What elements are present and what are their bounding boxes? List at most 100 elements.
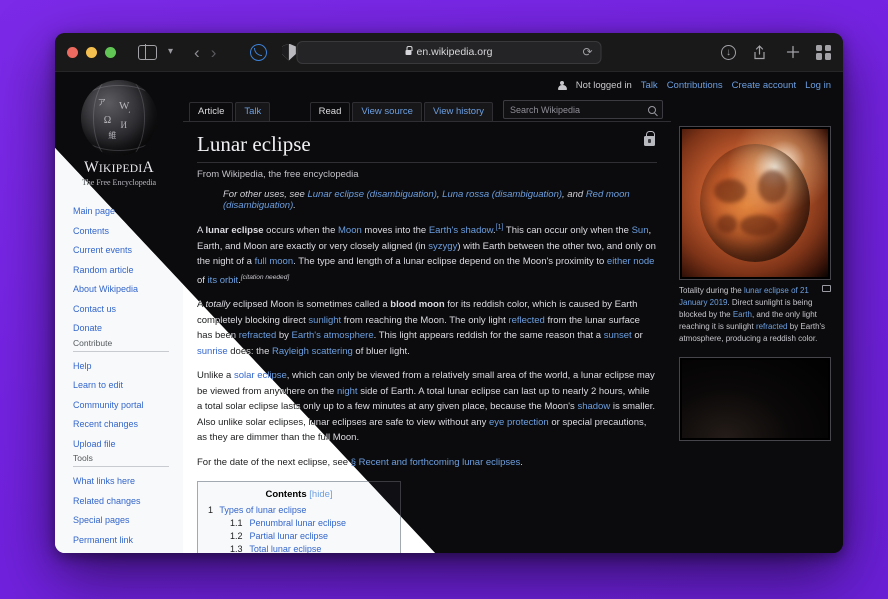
sidebar-item-upload-file: Upload file: [73, 438, 116, 449]
list-item: Recent changes: [73, 414, 183, 432]
wiki-link[interactable]: its orbit: [208, 275, 239, 286]
text-run: by: [276, 330, 292, 342]
sidebar-toggle-icon[interactable]: [138, 43, 157, 62]
wiki-link[interactable]: Earth: [733, 310, 752, 319]
wiki-link[interactable]: Sun: [632, 225, 649, 236]
sidebar-item-permanent-link: Permanent link: [73, 534, 134, 545]
list-item: Learn to edit: [73, 375, 183, 393]
wiki-link[interactable]: shadow: [577, 401, 610, 412]
wiki-link[interactable]: night: [337, 386, 358, 397]
text-run: moves into the: [361, 225, 429, 237]
tab-view-history[interactable]: View history: [423, 102, 493, 121]
wiki-link[interactable]: eye protection: [489, 417, 549, 428]
text-run: occurs when the: [263, 225, 339, 237]
forward-arrow-icon[interactable]: ›: [211, 44, 217, 61]
tab-overview-icon[interactable]: [816, 44, 831, 60]
toc-label: Total lunar eclipse: [247, 544, 322, 553]
table-of-contents: Contents [hide] 1 Types of lunar eclipse…: [197, 481, 401, 553]
wiki-link[interactable]: full moon: [255, 256, 294, 267]
sidebar-group-1: Help Learn to edit Community portal Recent …: [73, 356, 183, 452]
text-run: Totality during the: [679, 286, 744, 295]
list-item: What links here: [73, 471, 183, 489]
user-links-bar: Not logged in Talk Contributions Create …: [557, 80, 831, 91]
expand-image-icon[interactable]: [822, 285, 831, 292]
hatnote-link-1[interactable]: Lunar eclipse (disambiguation): [307, 189, 436, 200]
sidebar-item-random-article: Random article: [73, 264, 134, 275]
share-icon[interactable]: [750, 43, 769, 62]
address-bar[interactable]: en.wikipedia.org ⟳: [296, 40, 602, 64]
download-icon[interactable]: [721, 43, 736, 62]
text-run: .: [520, 456, 523, 468]
italic-text: totally: [205, 299, 231, 311]
userbar-link-talk[interactable]: Talk: [641, 80, 658, 91]
list-item: Community portal: [73, 395, 183, 413]
back-arrow-icon[interactable]: ‹: [194, 44, 200, 61]
wiki-link[interactable]: Earth's shadow: [429, 225, 493, 236]
text-run: of bluer light.: [352, 345, 410, 357]
window-controls[interactable]: [67, 46, 116, 58]
person-icon: [557, 81, 567, 90]
wiki-link[interactable]: § Recent and forthcoming lunar eclipses: [351, 457, 521, 468]
chevron-down-icon[interactable]: ▾: [168, 47, 173, 57]
maximize-window-button[interactable]: [105, 46, 116, 58]
wiki-link[interactable]: Moon: [338, 225, 362, 236]
search-icon: [648, 105, 656, 114]
userbar-link-login[interactable]: Log in: [805, 80, 831, 91]
figure-thumbnail[interactable]: [679, 126, 831, 280]
wiki-link[interactable]: Earth's atmosphere: [292, 330, 374, 341]
page-tabs: Article Talk Read View source View histo…: [183, 98, 671, 122]
wiki-link[interactable]: Rayleigh scattering: [272, 346, 353, 357]
close-window-button[interactable]: [67, 46, 78, 58]
toc-number: 1: [208, 505, 214, 516]
sidebar-item-donate: Donate: [73, 323, 103, 333]
wiki-link[interactable]: syzygy: [428, 241, 457, 252]
wiki-link[interactable]: sunlight: [308, 315, 341, 326]
wiki-link[interactable]: either node: [607, 256, 655, 267]
paragraph-1: A lunar eclipse occurs when the Moon mov…: [197, 220, 657, 288]
wiki-link[interactable]: refracted: [756, 322, 788, 331]
sidebar-item-recent-changes: Recent changes: [73, 419, 139, 429]
reader-mode-icon[interactable]: [249, 43, 268, 62]
tab-talk[interactable]: Talk: [235, 102, 271, 121]
text-run: This can occur only when the: [503, 225, 632, 237]
wiki-link[interactable]: refracted: [239, 330, 277, 341]
page-title: Lunar eclipse: [197, 122, 657, 163]
sidebar-item-learn-to-edit: Learn to edit: [73, 380, 124, 390]
browser-window: ▾ ‹ › en.wikipedia.org ⟳ ↓ Not logged in…: [55, 33, 843, 553]
toc-label: Partial lunar eclipse: [247, 531, 329, 542]
blood-moon-image: [682, 129, 828, 277]
toc-entry: 1.1 Penumbral lunar eclipse: [208, 518, 390, 528]
hatnote-link-2[interactable]: Luna rossa (disambiguation): [442, 189, 562, 200]
toc-entry: 1 Types of lunar eclipse: [208, 505, 390, 515]
list-item: Page information: [73, 549, 183, 553]
toc-number: 1.2: [230, 531, 243, 542]
paragraph-2: A totally eclipsed Moon is sometimes cal…: [197, 297, 657, 359]
list-item: Contact us: [73, 299, 183, 317]
protection-padlock-icon[interactable]: [644, 131, 655, 146]
userbar-link-create-account[interactable]: Create account: [732, 80, 796, 91]
tab-view-source[interactable]: View source: [352, 102, 422, 121]
wiki-link[interactable]: reflected: [508, 315, 544, 326]
text-run: . This light appears reddish for the sam…: [373, 330, 604, 342]
wiki-link[interactable]: sunset: [604, 330, 632, 341]
new-tab-plus-icon[interactable]: [783, 43, 802, 62]
figure-caption: Totality during the lunar eclipse of 21 …: [679, 285, 831, 345]
article-subtitle: From Wikipedia, the free encyclopedia: [197, 169, 359, 180]
search-input[interactable]: Search Wikipedia: [503, 100, 663, 119]
sidebar-item-main-page: Main page: [73, 206, 116, 216]
sidebar-item-contact-us: Contact us: [73, 303, 117, 314]
citation-needed-marker[interactable]: [citation needed]: [241, 274, 289, 281]
minimize-window-button[interactable]: [86, 46, 97, 58]
list-item: Permanent link: [73, 530, 183, 548]
reload-icon[interactable]: ⟳: [582, 45, 592, 59]
globe-icon: W Ω И ア 維 ،: [81, 80, 157, 156]
userbar-link-contributions[interactable]: Contributions: [667, 80, 723, 91]
text-run: . The type and length of a lunar eclipse…: [293, 256, 607, 268]
hatnote: For other uses, see Lunar eclipse (disam…: [223, 189, 630, 211]
text-run: from reaching the Moon. The only light: [341, 314, 509, 326]
figure-thumbnail-2[interactable]: [679, 357, 831, 441]
bold-text: blood moon: [390, 299, 445, 311]
tab-read[interactable]: Read: [309, 102, 351, 121]
tab-article[interactable]: Article: [189, 102, 234, 121]
toc-label: Types of lunar eclipse: [217, 505, 307, 516]
